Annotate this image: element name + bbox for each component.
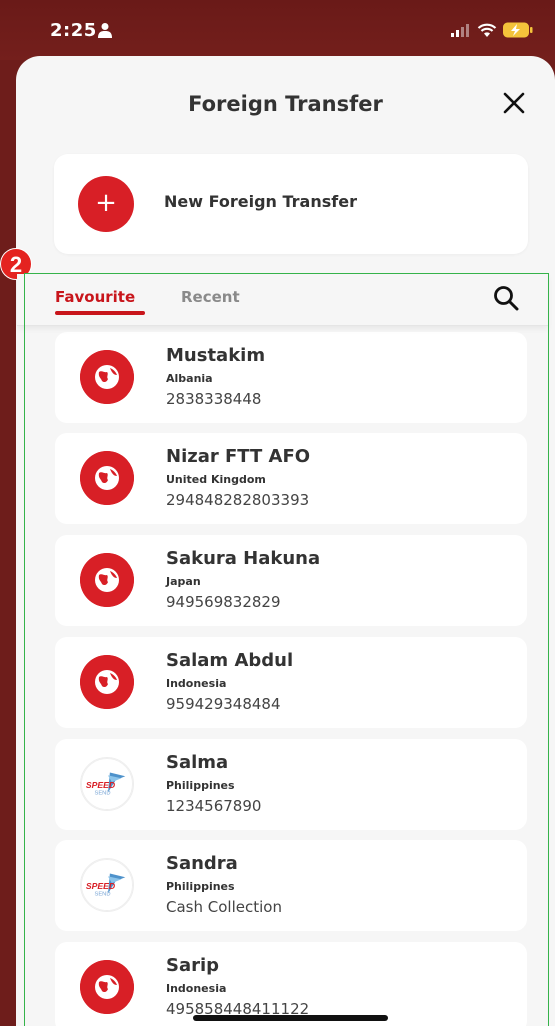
- recipient-account: 959429348484: [166, 695, 281, 713]
- close-icon[interactable]: [503, 92, 525, 114]
- recipient-name: Sakura Hakuna: [166, 548, 321, 569]
- recipient-name: Sandra: [166, 853, 238, 874]
- recipient-country: Philippines: [166, 779, 235, 792]
- recipient-name: Salma: [166, 752, 229, 773]
- recipient-country: United Kingdom: [166, 473, 266, 486]
- battery-charging-icon: [503, 22, 533, 38]
- list-item[interactable]: Sarip Indonesia 495858448411122: [55, 942, 527, 1026]
- list-item[interactable]: Salam Abdul Indonesia 959429348484: [55, 637, 527, 728]
- recipient-name: Mustakim: [166, 345, 266, 366]
- recipient-account: 2838338448: [166, 390, 262, 408]
- person-icon: [98, 23, 112, 38]
- signal-icon: [451, 24, 469, 37]
- recipient-account: 949569832829: [166, 593, 281, 611]
- recipient-country: Indonesia: [166, 982, 227, 995]
- list-item[interactable]: SPEED SEND Salma Philippines 1234567890: [55, 739, 527, 830]
- tab-bar: Favourite Recent: [17, 274, 548, 326]
- list-item[interactable]: Sakura Hakuna Japan 949569832829: [55, 535, 527, 626]
- globe-icon: [80, 451, 134, 505]
- recipient-country: Albania: [166, 372, 213, 385]
- wifi-icon: [477, 23, 497, 37]
- search-icon[interactable]: [492, 284, 520, 312]
- status-bar: 2:25: [0, 0, 555, 60]
- globe-icon: [80, 350, 134, 404]
- tab-recent[interactable]: Recent: [181, 288, 240, 306]
- speedsend-logo-icon: SPEED SEND: [80, 757, 134, 811]
- active-tab-indicator: [55, 311, 145, 315]
- recipient-name: Sarip: [166, 955, 220, 976]
- new-foreign-transfer-button[interactable]: + New Foreign Transfer: [54, 154, 528, 254]
- recipient-account: 1234567890: [166, 797, 262, 815]
- page-title: Foreign Transfer: [188, 92, 383, 116]
- status-time: 2:25: [50, 20, 97, 41]
- recipient-country: Philippines: [166, 880, 235, 893]
- recipient-country: Indonesia: [166, 677, 227, 690]
- svg-text:SPEED: SPEED: [86, 780, 115, 790]
- recipient-country: Japan: [166, 575, 201, 588]
- svg-text:SEND: SEND: [94, 892, 110, 898]
- list-item[interactable]: Nizar FTT AFO United Kingdom 29484828280…: [55, 433, 527, 524]
- status-icons: [451, 20, 533, 40]
- add-icon: +: [78, 176, 134, 232]
- tab-favourite[interactable]: Favourite: [55, 288, 135, 306]
- list-item[interactable]: Mustakim Albania 2838338448: [55, 332, 527, 423]
- recipient-list[interactable]: Mustakim Albania 2838338448 Nizar FTT AF…: [17, 326, 548, 1026]
- new-foreign-transfer-label: New Foreign Transfer: [164, 192, 357, 211]
- svg-text:SEND: SEND: [94, 791, 110, 797]
- recipient-account: 294848282803393: [166, 491, 310, 509]
- recipient-account: Cash Collection: [166, 898, 282, 916]
- globe-icon: [80, 655, 134, 709]
- recipient-name: Nizar FTT AFO: [166, 446, 311, 467]
- globe-icon: [80, 553, 134, 607]
- globe-icon: [80, 960, 134, 1014]
- home-indicator[interactable]: [193, 1015, 388, 1021]
- list-item[interactable]: SPEED SEND Sandra Philippines Cash Colle…: [55, 840, 527, 931]
- recipient-name: Salam Abdul: [166, 650, 294, 671]
- svg-text:SPEED: SPEED: [86, 881, 115, 891]
- speedsend-logo-icon: SPEED SEND: [80, 858, 134, 912]
